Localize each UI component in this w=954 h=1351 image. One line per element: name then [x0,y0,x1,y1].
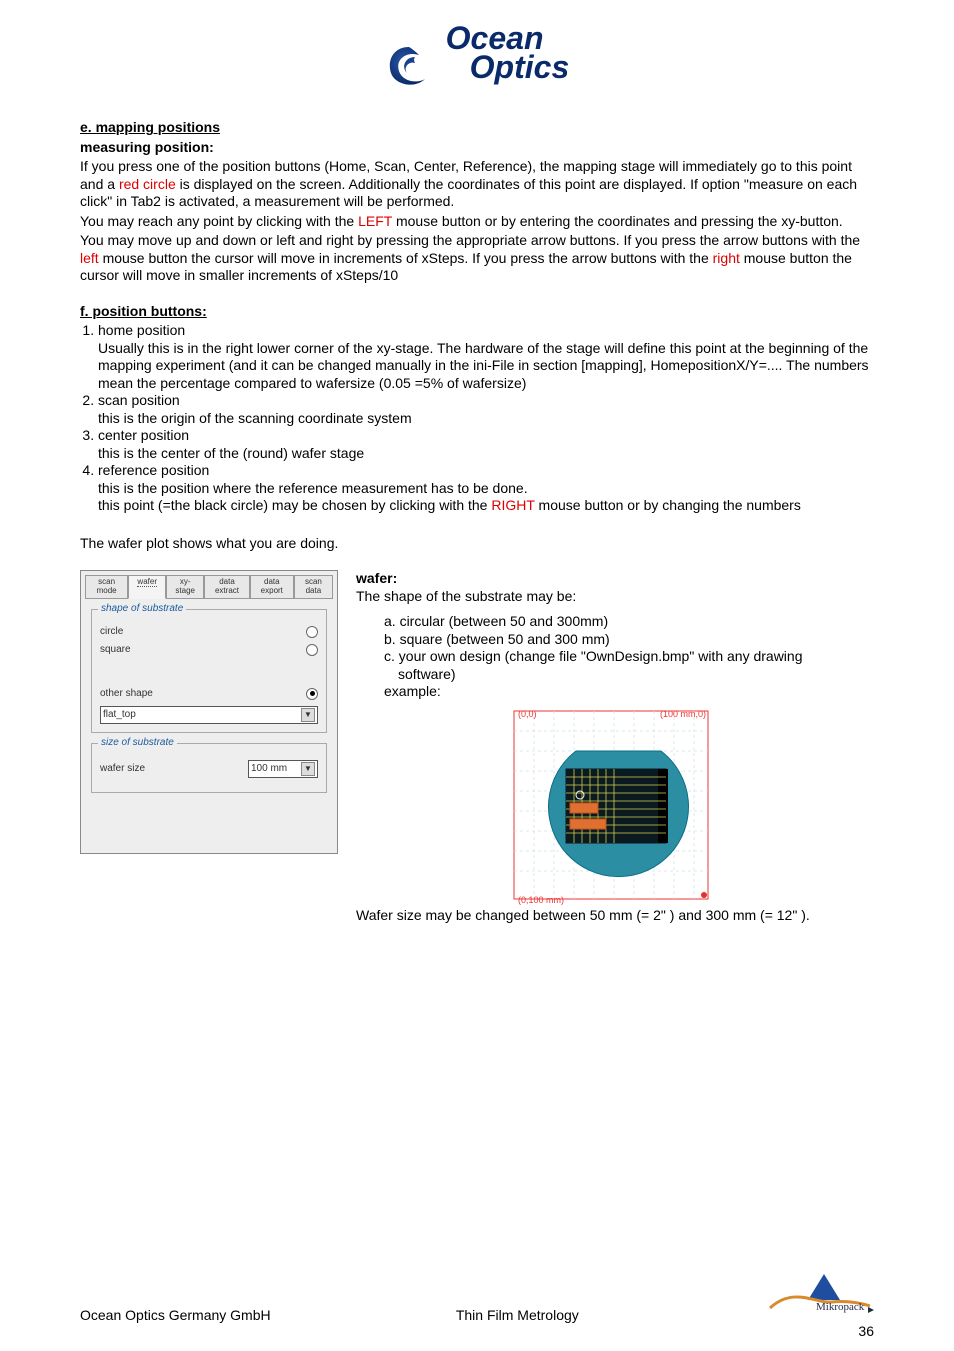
paragraph: The wafer plot shows what you are doing. [80,535,874,553]
tab-xy-stage[interactable]: xy-stage [166,575,204,599]
mikropack-logo: Mikropack [764,1272,874,1323]
radio-circle[interactable] [306,626,318,638]
wave-icon [385,43,433,95]
group-legend: size of substrate [98,737,177,748]
heading-e: e. mapping positions [80,119,220,135]
tab-strip: scan mode wafer xy-stage data extract da… [85,575,333,599]
list-item-body: this is the origin of the scanning coord… [98,410,874,428]
paragraph: Wafer size may be changed between 50 mm … [356,907,874,925]
chevron-down-icon: ▼ [301,708,315,722]
wafer-size-dropdown[interactable]: 100 mm ▼ [248,760,318,778]
position-list: home position Usually this is in the rig… [80,322,874,515]
radio-label-circle: circle [100,626,123,637]
radio-label-square: square [100,644,131,655]
inline-red: RIGHT [491,497,534,513]
wafer-size-label: wafer size [100,763,145,774]
list-item: c. your own design (change file "OwnDesi… [384,648,874,666]
tab-wafer[interactable]: wafer [128,575,166,599]
subheading-e: measuring position: [80,139,214,155]
list-item-body: this is the position where the reference… [98,480,874,515]
list-item: home position Usually this is in the rig… [98,322,874,392]
tab-data-extract[interactable]: data extract [204,575,250,599]
inline-red: red circle [119,176,176,192]
paragraph: The shape of the substrate may be: [356,588,874,606]
list-item: reference position this is the position … [98,462,874,515]
heading-wafer: wafer: [356,570,397,586]
paragraph: You may reach any point by clicking with… [80,213,874,231]
example-label: example: [384,683,874,701]
dropdown-value: flat_top [103,709,136,720]
inline-red: LEFT [358,213,392,229]
other-shape-dropdown[interactable]: flat_top ▼ [100,706,318,724]
group-size: size of substrate wafer size 100 mm ▼ [91,743,327,793]
radio-square[interactable] [306,644,318,656]
paragraph: You may move up and down or left and rig… [80,232,874,285]
heading-f: f. position buttons: [80,303,207,319]
overlay-bl: (0,100 mm) [518,895,564,905]
group-legend: shape of substrate [98,603,186,614]
example-waferplot: (0,0) (100 mm,0) (0,100 mm) [506,707,716,907]
tab-scan-data[interactable]: scan data [294,575,333,599]
overlay-tl: (0,0) [518,709,537,719]
overlay-tr: (100 mm,0) [660,709,706,719]
brand-logo: Ocean Optics [80,24,874,95]
footer-left: Ocean Optics Germany GmbH [80,1307,271,1323]
dropdown-value: 100 mm [251,763,287,774]
list-item: center position this is the center of th… [98,427,874,462]
list-item-body: this is the center of the (round) wafer … [98,445,874,463]
list-item: scan position this is the origin of the … [98,392,874,427]
radio-other-shape[interactable] [306,688,318,700]
list-item-body: Usually this is in the right lower corne… [98,340,874,393]
paragraph: If you press one of the position buttons… [80,158,874,211]
footer-center: Thin Film Metrology [456,1307,579,1323]
radio-label-other: other shape [100,688,153,699]
list-item: software) [384,666,874,684]
inline-red: left [80,250,99,266]
list-item: b. square (between 50 and 300 mm) [384,631,874,649]
tab-scan-mode[interactable]: scan mode [85,575,128,599]
inline-red: right [713,250,740,266]
chevron-down-icon: ▼ [301,762,315,776]
list-item: a. circular (between 50 and 300mm) [384,613,874,631]
tab-data-export[interactable]: data export [250,575,294,599]
svg-text:Mikropack: Mikropack [816,1301,865,1313]
wafer-tab-panel: scan mode wafer xy-stage data extract da… [80,570,338,854]
page-number: 36 [858,1323,874,1339]
logo-line2: Optics [470,49,570,85]
group-shape: shape of substrate circle square other s… [91,609,327,733]
